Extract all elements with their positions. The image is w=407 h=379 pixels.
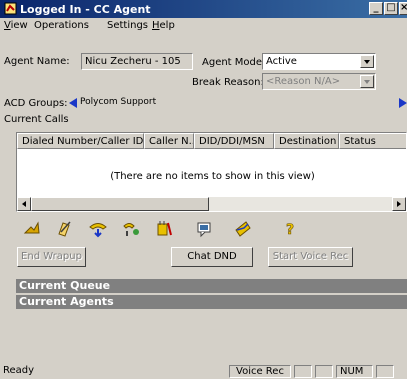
window-title: Logged In - CC Agent <box>20 3 151 16</box>
app-icon <box>4 2 17 15</box>
menu-help[interactable]: Help <box>152 20 175 31</box>
break-reason-select[interactable]: <Reason N/A> <box>262 73 376 90</box>
chevron-down-icon <box>360 75 374 88</box>
agent-mode-label: Agent Mode: <box>202 57 266 68</box>
status-num-lock: NUM <box>336 365 373 378</box>
agent-mode-select[interactable]: Active <box>262 53 376 70</box>
column-header-did[interactable]: DID/DDI/MSN <box>194 133 274 149</box>
status-voice-rec: Voice Rec <box>229 365 291 378</box>
notes-icon[interactable] <box>55 219 75 239</box>
break-reason-value: <Reason N/A> <box>266 76 341 87</box>
scroll-left-button[interactable] <box>17 197 31 211</box>
current-calls-list[interactable]: Dialed Number/Caller ID Caller N... DID/… <box>16 132 407 212</box>
current-agents-header[interactable]: Current Agents <box>16 295 407 309</box>
column-header-status[interactable]: Status <box>339 133 406 149</box>
menu-bar: View Operations Settings Help <box>0 18 407 34</box>
current-calls-label: Current Calls <box>4 114 69 125</box>
close-button[interactable]: × <box>399 2 407 15</box>
column-header-destination[interactable]: Destination <box>274 133 339 149</box>
scroll-right-arrow-icon[interactable] <box>399 98 407 108</box>
chat-dnd-button[interactable]: Chat DND <box>171 247 253 267</box>
phone-transfer-icon[interactable] <box>88 219 108 239</box>
dnd-icon[interactable] <box>154 219 174 239</box>
agent-name-field: Nicu Zecheru - 105 <box>81 53 193 70</box>
column-header-caller-name[interactable]: Caller N... <box>144 133 194 149</box>
status-panel-blank-2 <box>315 365 333 378</box>
column-header-dialed-number[interactable]: Dialed Number/Caller ID <box>17 133 144 149</box>
status-bar: Ready Voice Rec NUM <box>0 364 407 379</box>
agent-mode-value: Active <box>266 56 297 67</box>
menu-settings[interactable]: Settings <box>107 20 148 31</box>
empty-list-message: (There are no items to show in this view… <box>110 171 315 182</box>
status-panel-blank-1 <box>294 365 312 378</box>
chevron-down-icon[interactable] <box>360 55 374 68</box>
acd-groups-label: ACD Groups: <box>4 98 68 109</box>
scrollbar-thumb[interactable] <box>31 197 209 211</box>
status-panel-blank-3 <box>376 365 394 378</box>
current-queue-header[interactable]: Current Queue <box>16 279 407 293</box>
mail-icon[interactable] <box>233 219 253 239</box>
help-icon[interactable]: ? <box>282 219 302 239</box>
title-bar: Logged In - CC Agent _ □ × <box>0 0 407 18</box>
maximize-button[interactable]: □ <box>384 2 398 15</box>
menu-operations[interactable]: Operations <box>34 20 89 31</box>
horizontal-scrollbar[interactable] <box>17 197 406 211</box>
scroll-left-arrow-icon[interactable] <box>69 98 77 108</box>
acd-group-item[interactable]: Polycom Support <box>80 97 156 107</box>
chat-icon[interactable] <box>195 219 215 239</box>
start-voice-rec-button[interactable]: Start Voice Rec <box>268 247 353 267</box>
conference-icon[interactable] <box>121 219 141 239</box>
answer-call-icon[interactable] <box>22 219 42 239</box>
menu-view[interactable]: View <box>4 20 28 31</box>
agent-name-label: Agent Name: <box>4 56 70 67</box>
svg-text:?: ? <box>286 222 294 238</box>
scroll-right-button[interactable] <box>392 197 406 211</box>
end-wrapup-button[interactable]: End Wrapup <box>17 247 86 267</box>
break-reason-label: Break Reason: <box>192 77 264 88</box>
minimize-button[interactable]: _ <box>369 2 383 15</box>
status-ready: Ready <box>3 365 35 376</box>
